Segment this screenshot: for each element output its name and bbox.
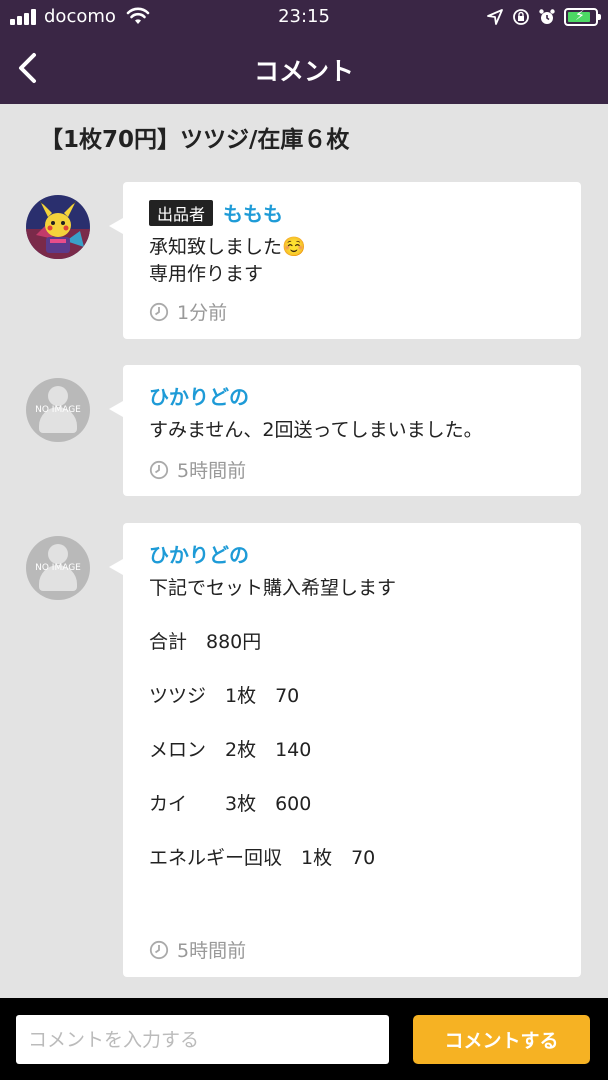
item-title: 【1枚70円】ツツジ/在庫６枚 xyxy=(40,127,350,153)
location-icon xyxy=(487,9,503,25)
comment-card: ひかりどの 下記でセット購入希望します 合計 880円 ツツジ 1枚 70 メロ… xyxy=(109,523,581,977)
commenter-name[interactable]: ももも xyxy=(223,198,283,227)
comment-line: メロン 2枚 140 xyxy=(149,739,312,761)
pikachu-avatar-icon xyxy=(26,195,90,259)
submit-comment-button[interactable]: コメントする xyxy=(413,1015,590,1064)
comment-input-bar: コメントする xyxy=(0,998,608,1080)
comment-message: すみません、2回送ってしまいました。 xyxy=(149,419,483,441)
clock-icon xyxy=(149,940,169,959)
comment-line: ツツジ 1枚 70 xyxy=(149,685,300,707)
comment-card: 出品者 ももも 承知致しました☺️ 専用作ります 1分前 xyxy=(109,182,581,339)
comment-line: エネルギー回収 1枚 70 xyxy=(149,847,376,869)
clock-icon xyxy=(149,460,169,479)
rotation-lock-icon xyxy=(513,9,529,25)
comment-time-text: 5時間前 xyxy=(177,460,247,482)
page-title: コメント xyxy=(253,57,354,86)
alarm-icon xyxy=(539,9,555,24)
comment-line: 合計 880円 xyxy=(149,631,262,653)
commenter-name[interactable]: ひかりどの xyxy=(149,381,249,410)
clock-icon xyxy=(149,302,169,321)
battery-icon: ⚡ xyxy=(564,8,601,26)
commenter-avatar[interactable]: NO IMAGE xyxy=(26,378,90,442)
commenter-name[interactable]: ひかりどの xyxy=(149,539,249,568)
status-bar: docomo 23:15 ⚡ xyxy=(0,0,608,34)
comment-time: 5時間前 xyxy=(149,456,246,483)
commenter-avatar[interactable]: NO IMAGE xyxy=(26,536,90,600)
seller-badge: 出品者 xyxy=(149,199,214,226)
comment-time: 1分前 xyxy=(149,298,227,325)
comment-time-text: 1分前 xyxy=(177,302,228,324)
comment-time: 5時間前 xyxy=(149,936,246,963)
comment-time-text: 5時間前 xyxy=(177,940,247,962)
comment-input[interactable] xyxy=(16,1015,389,1064)
app-header: docomo 23:15 ⚡ コメント xyxy=(0,0,608,104)
no-image-label: NO IMAGE xyxy=(35,563,81,573)
comment-card: ひかりどの すみません、2回送ってしまいました。 5時間前 xyxy=(109,365,581,496)
no-image-label: NO IMAGE xyxy=(35,405,81,415)
seller-avatar[interactable] xyxy=(26,195,90,259)
comment-line: 下記でセット購入希望します xyxy=(149,577,397,599)
comment-line: カイ 3枚 600 xyxy=(149,793,312,815)
comment-message: 承知致しました☺️ 専用作ります xyxy=(149,236,306,285)
